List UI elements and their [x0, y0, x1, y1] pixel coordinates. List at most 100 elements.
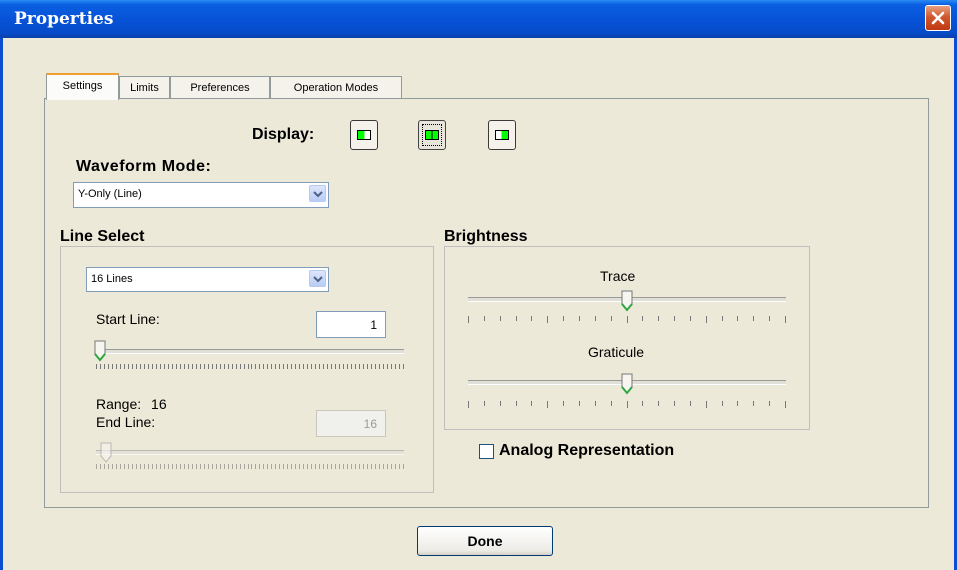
- slider-tick: [299, 464, 300, 469]
- line-count-select[interactable]: 16 Lines: [86, 267, 329, 292]
- display-label: Display:: [252, 126, 315, 143]
- slider-tick: [295, 364, 296, 369]
- display-right-button[interactable]: [488, 120, 516, 150]
- slider-tick: [323, 464, 324, 469]
- slider-tick: [152, 464, 153, 469]
- slider-tick: [271, 464, 272, 469]
- end-line-slider-thumb: [100, 442, 112, 463]
- slider-tick: [403, 464, 404, 469]
- slider-tick: [196, 364, 197, 369]
- slider-tick: [255, 364, 256, 369]
- tab-limits[interactable]: Limits: [119, 76, 170, 98]
- slider-tick: [144, 364, 145, 369]
- slider-tick: [387, 364, 388, 369]
- line-count-value: 16 Lines: [91, 273, 133, 285]
- tab-limits-label: Limits: [130, 82, 159, 94]
- analog-representation-label[interactable]: Analog Representation: [499, 442, 674, 460]
- slider-tick: [295, 464, 296, 469]
- slider-tick: [339, 364, 340, 369]
- slider-tick: [375, 364, 376, 369]
- slider-tick: [343, 464, 344, 469]
- slider-tick: [200, 464, 201, 469]
- slider-tick: [335, 464, 336, 469]
- slider-tick: [196, 464, 197, 469]
- slider-tick: [116, 364, 117, 369]
- slider-tick: [156, 464, 157, 469]
- start-line-slider-thumb[interactable]: [94, 340, 106, 362]
- end-line-slider-ticks: [96, 464, 404, 470]
- slider-tick: [563, 316, 564, 321]
- slider-tick: [753, 316, 754, 321]
- slider-tick: [228, 464, 229, 469]
- slider-tick: [136, 464, 137, 469]
- title-bar[interactable]: Properties: [0, 0, 957, 38]
- display-split-button[interactable]: [418, 120, 446, 150]
- tab-operation-modes[interactable]: Operation Modes: [270, 76, 402, 98]
- slider-tick: [468, 401, 469, 408]
- tab-settings[interactable]: Settings: [46, 73, 119, 100]
- slider-tick: [311, 364, 312, 369]
- slider-tick: [232, 364, 233, 369]
- slider-tick: [391, 364, 392, 369]
- close-button[interactable]: [925, 5, 951, 31]
- slider-tick: [188, 364, 189, 369]
- slider-tick: [148, 364, 149, 369]
- slider-tick: [307, 464, 308, 469]
- slider-tick: [351, 464, 352, 469]
- slider-tick: [172, 464, 173, 469]
- slider-tick: [706, 316, 707, 323]
- start-line-label: Start Line:: [96, 311, 160, 327]
- analog-representation-checkbox[interactable]: [479, 444, 494, 459]
- slider-tick: [769, 316, 770, 321]
- slider-tick: [595, 401, 596, 406]
- slider-tick: [128, 464, 129, 469]
- chevron-down-icon[interactable]: [309, 270, 326, 287]
- slider-tick: [251, 364, 252, 369]
- slider-tick: [371, 364, 372, 369]
- slider-tick: [327, 364, 328, 369]
- start-line-slider-track[interactable]: [96, 349, 404, 354]
- slider-tick: [279, 364, 280, 369]
- slider-tick: [248, 464, 249, 469]
- slider-tick: [331, 364, 332, 369]
- slider-tick: [204, 364, 205, 369]
- trace-slider-ticks: [468, 316, 786, 323]
- display-split-icon: [425, 130, 439, 140]
- slider-tick: [383, 364, 384, 369]
- slider-tick: [160, 464, 161, 469]
- slider-tick: [371, 464, 372, 469]
- slider-tick: [706, 401, 707, 408]
- chevron-down-icon[interactable]: [309, 185, 326, 202]
- slider-tick: [753, 401, 754, 406]
- slider-tick: [363, 364, 364, 369]
- slider-tick: [212, 464, 213, 469]
- tab-operation-modes-label: Operation Modes: [293, 82, 379, 94]
- slider-tick: [263, 364, 264, 369]
- slider-tick: [212, 364, 213, 369]
- graticule-slider-thumb[interactable]: [621, 373, 633, 395]
- slider-tick: [403, 364, 404, 369]
- slider-tick: [299, 364, 300, 369]
- slider-tick: [240, 364, 241, 369]
- slider-tick: [176, 464, 177, 469]
- display-left-button[interactable]: [350, 120, 378, 150]
- slider-tick: [184, 364, 185, 369]
- slider-tick: [271, 364, 272, 369]
- slider-tick: [172, 364, 173, 369]
- slider-tick: [391, 464, 392, 469]
- slider-tick: [367, 364, 368, 369]
- slider-tick: [248, 364, 249, 369]
- slider-tick: [674, 316, 675, 321]
- slider-tick: [595, 316, 596, 321]
- slider-tick: [100, 364, 101, 369]
- slider-tick: [216, 364, 217, 369]
- tab-preferences[interactable]: Preferences: [170, 76, 270, 98]
- waveform-mode-select[interactable]: Y-Only (Line): [73, 182, 329, 208]
- slider-tick: [516, 401, 517, 406]
- done-button[interactable]: Done: [417, 526, 553, 556]
- slider-tick: [148, 464, 149, 469]
- slider-tick: [240, 464, 241, 469]
- slider-tick: [351, 364, 352, 369]
- start-line-input[interactable]: 1: [316, 311, 386, 338]
- trace-slider-thumb[interactable]: [621, 290, 633, 312]
